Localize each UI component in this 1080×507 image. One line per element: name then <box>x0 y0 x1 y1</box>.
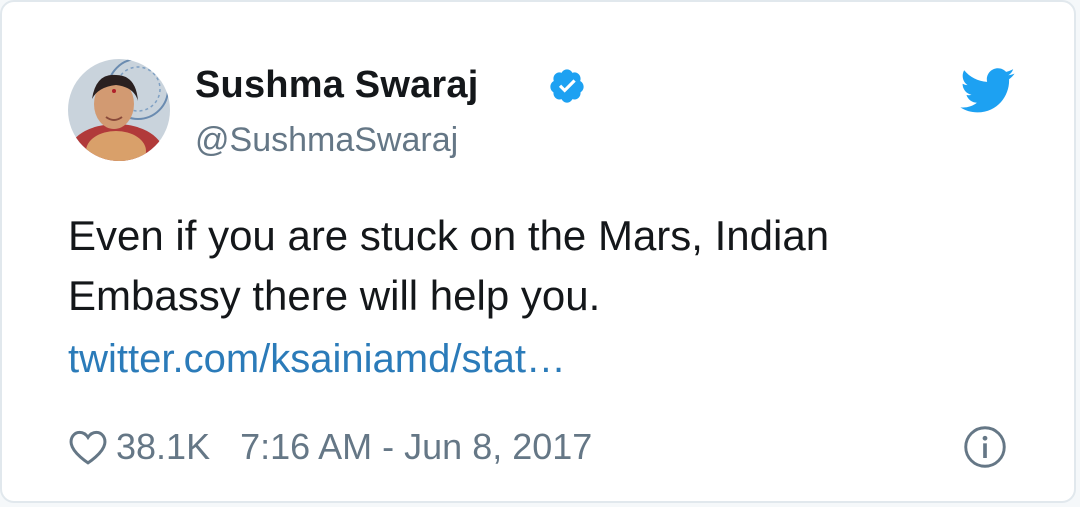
author-handle[interactable]: @SushmaSwaraj <box>195 121 458 160</box>
tweet-card: Sushma Swaraj @SushmaSwaraj Even if you … <box>0 0 1076 503</box>
tweet-link[interactable]: twitter.com/ksainiamd/stat… <box>68 337 566 382</box>
twitter-bird-icon[interactable] <box>960 68 1016 114</box>
avatar[interactable] <box>68 59 170 161</box>
heart-icon[interactable] <box>68 428 108 466</box>
tweet-text-line: Embassy there will help you. <box>68 272 601 319</box>
tweet-text-line: Even if you are stuck on the Mars, India… <box>68 212 830 259</box>
like-count: 38.1K <box>116 426 211 467</box>
tweet-text: Even if you are stuck on the Mars, India… <box>68 206 968 326</box>
display-name[interactable]: Sushma Swaraj <box>195 64 479 107</box>
info-icon[interactable] <box>963 425 1007 469</box>
verified-badge-icon <box>550 69 584 103</box>
tweet-timestamp[interactable]: 7:16 AM - Jun 8, 2017 <box>240 426 592 468</box>
tweet-footer: 38.1K 7:16 AM - Jun 8, 2017 <box>68 422 592 472</box>
